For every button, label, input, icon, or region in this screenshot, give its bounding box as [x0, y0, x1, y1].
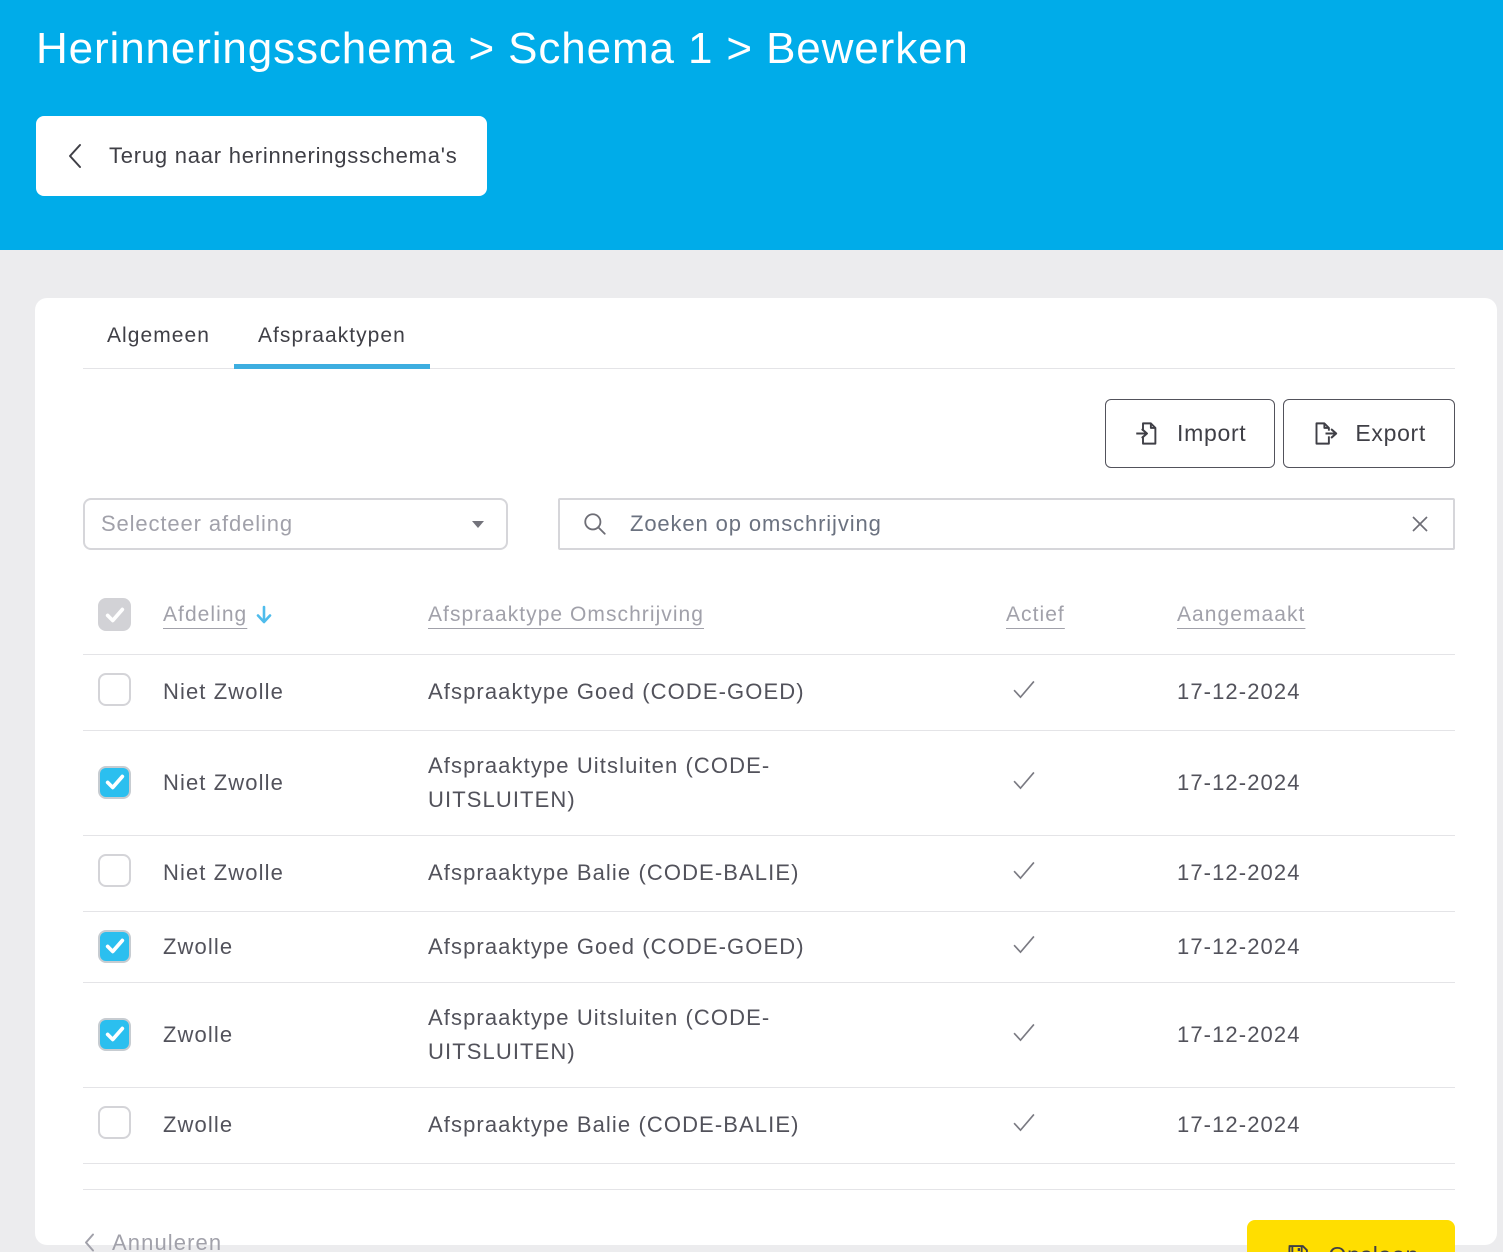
- save-button-label: Opslaan: [1329, 1242, 1420, 1252]
- active-check-icon: [1006, 930, 1177, 964]
- row-checkbox[interactable]: [98, 854, 131, 887]
- table-row: Zwolle Afspraaktype Balie (CODE-BALIE) 1…: [83, 1088, 1455, 1164]
- active-check-icon: [1006, 856, 1177, 890]
- content-card: Algemeen Afspraaktypen Import Export: [35, 298, 1497, 1245]
- save-button[interactable]: Opslaan: [1247, 1220, 1456, 1252]
- sort-desc-icon: [253, 603, 275, 627]
- tab-bar: Algemeen Afspraaktypen: [83, 298, 1455, 369]
- tab-algemeen[interactable]: Algemeen: [83, 298, 234, 369]
- search-input[interactable]: [630, 511, 1387, 537]
- footer-divider: [83, 1189, 1455, 1190]
- table-body: Niet Zwolle Afspraaktype Goed (CODE-GOED…: [83, 655, 1455, 1164]
- export-icon: [1312, 420, 1339, 447]
- back-button[interactable]: Terug naar herinneringsschema's: [36, 116, 487, 196]
- row-checkbox[interactable]: [98, 766, 131, 799]
- cell-aangemaakt: 17-12-2024: [1177, 934, 1455, 960]
- search-icon: [582, 511, 608, 537]
- row-checkbox[interactable]: [98, 930, 131, 963]
- chevron-down-icon: [472, 521, 484, 528]
- active-check-icon: [1006, 675, 1177, 709]
- chevron-left-icon: [66, 142, 83, 170]
- cell-omschrijving: Afspraaktype Balie (CODE-BALIE): [428, 1108, 898, 1142]
- active-check-icon: [1006, 1108, 1177, 1142]
- active-check-icon: [1006, 766, 1177, 800]
- column-header-afdeling[interactable]: Afdeling: [163, 603, 247, 627]
- cell-omschrijving: Afspraaktype Uitsluiten (CODE-UITSLUITEN…: [428, 749, 898, 817]
- cell-afdeling: Zwolle: [163, 1022, 428, 1048]
- card-footer: Annuleren Opslaan: [83, 1220, 1455, 1252]
- active-check-icon: [1006, 1018, 1177, 1052]
- cell-aangemaakt: 17-12-2024: [1177, 1112, 1455, 1138]
- cancel-link[interactable]: Annuleren: [83, 1230, 222, 1252]
- cancel-link-label: Annuleren: [112, 1230, 222, 1252]
- table-header: Afdeling Afspraaktype Omschrijving Actie…: [83, 582, 1455, 655]
- cell-omschrijving: Afspraaktype Balie (CODE-BALIE): [428, 856, 898, 890]
- table-row: Niet Zwolle Afspraaktype Balie (CODE-BAL…: [83, 836, 1455, 912]
- cell-afdeling: Niet Zwolle: [163, 770, 428, 796]
- chevron-left-icon: [83, 1232, 96, 1252]
- import-button[interactable]: Import: [1105, 399, 1275, 468]
- select-all-checkbox[interactable]: [98, 598, 131, 631]
- cell-aangemaakt: 17-12-2024: [1177, 1022, 1455, 1048]
- table-row: Zwolle Afspraaktype Goed (CODE-GOED) 17-…: [83, 912, 1455, 983]
- row-checkbox[interactable]: [98, 673, 131, 706]
- cell-afdeling: Zwolle: [163, 1112, 428, 1138]
- export-button-label: Export: [1355, 420, 1426, 447]
- breadcrumb: Herinneringsschema > Schema 1 > Bewerken: [36, 24, 1467, 74]
- cell-afdeling: Zwolle: [163, 934, 428, 960]
- import-button-label: Import: [1177, 420, 1246, 447]
- cell-omschrijving: Afspraaktype Goed (CODE-GOED): [428, 675, 898, 709]
- app-header: Herinneringsschema > Schema 1 > Bewerken…: [0, 0, 1503, 250]
- row-checkbox[interactable]: [98, 1018, 131, 1051]
- table-row: Zwolle Afspraaktype Uitsluiten (CODE-UIT…: [83, 983, 1455, 1088]
- search-box: [558, 498, 1455, 550]
- cell-omschrijving: Afspraaktype Uitsluiten (CODE-UITSLUITEN…: [428, 1001, 898, 1069]
- cell-aangemaakt: 17-12-2024: [1177, 860, 1455, 886]
- column-header-omschrijving[interactable]: Afspraaktype Omschrijving: [428, 603, 704, 626]
- cell-afdeling: Niet Zwolle: [163, 679, 428, 705]
- row-checkbox[interactable]: [98, 1106, 131, 1139]
- cell-aangemaakt: 17-12-2024: [1177, 679, 1455, 705]
- back-button-label: Terug naar herinneringsschema's: [109, 143, 457, 169]
- table-row: Niet Zwolle Afspraaktype Uitsluiten (COD…: [83, 731, 1455, 836]
- save-floppy-icon: [1283, 1242, 1311, 1252]
- toolbar: Import Export: [83, 399, 1455, 468]
- column-header-aangemaakt[interactable]: Aangemaakt: [1177, 603, 1305, 626]
- import-icon: [1134, 420, 1161, 447]
- department-select-placeholder: Selecteer afdeling: [101, 511, 293, 537]
- clear-search-icon[interactable]: [1409, 513, 1431, 535]
- cell-omschrijving: Afspraaktype Goed (CODE-GOED): [428, 930, 898, 964]
- tab-afspraaktypen[interactable]: Afspraaktypen: [234, 298, 430, 369]
- column-header-actief[interactable]: Actief: [1006, 603, 1065, 626]
- export-button[interactable]: Export: [1283, 399, 1455, 468]
- table-row: Niet Zwolle Afspraaktype Goed (CODE-GOED…: [83, 655, 1455, 731]
- cell-afdeling: Niet Zwolle: [163, 860, 428, 886]
- department-select[interactable]: Selecteer afdeling: [83, 498, 508, 550]
- filter-row: Selecteer afdeling: [83, 498, 1455, 550]
- cell-aangemaakt: 17-12-2024: [1177, 770, 1455, 796]
